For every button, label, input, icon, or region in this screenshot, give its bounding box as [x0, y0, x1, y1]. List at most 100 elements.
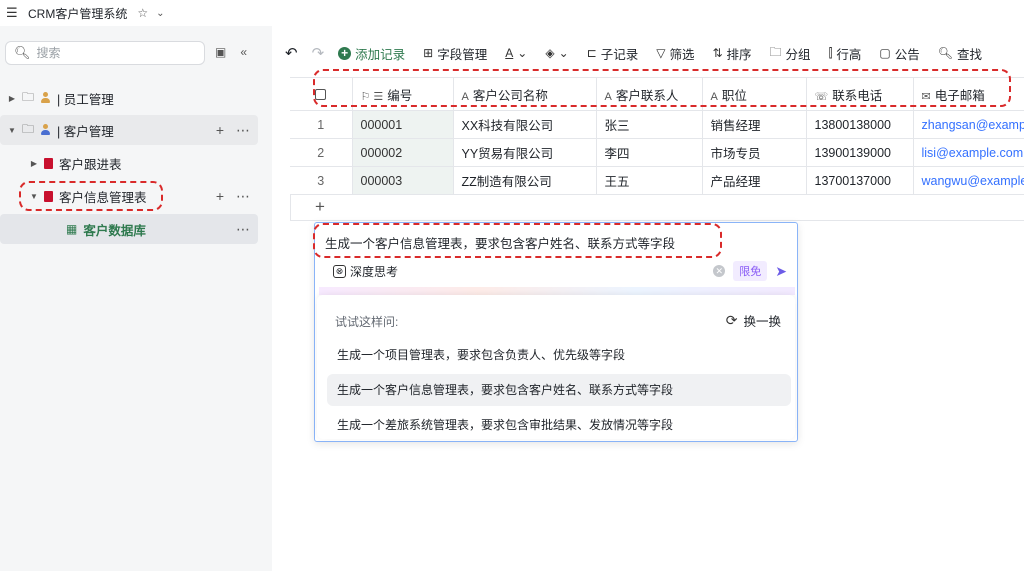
sidebar-item-label: 客户数据库 [83, 223, 146, 238]
search-box[interactable]: 🔍︎ [5, 41, 205, 65]
collapse-sidebar-icon[interactable]: « [240, 45, 247, 59]
send-icon[interactable]: ➤ [775, 263, 787, 280]
sub-record-button[interactable]: ⊏ 子记录 [587, 44, 639, 63]
suggestion-item[interactable]: 生成一个差旅系统管理表，要求包含审批结果、发放情况等字段 [327, 409, 791, 441]
ai-options-row: ⊗ 深度思考 ✕ 限免 ➤ [333, 261, 793, 281]
add-row-button[interactable]: + [290, 195, 1024, 221]
cell-company[interactable]: ZZ制造有限公司 [453, 166, 597, 195]
cell-contact[interactable]: 王五 [596, 166, 703, 195]
find-button[interactable]: 🔍︎ 查找 [938, 44, 982, 63]
add-icon[interactable]: + [216, 122, 224, 139]
collapse-arrow-icon[interactable]: ▼ [6, 126, 18, 135]
cell-phone[interactable]: 13700137000 [806, 166, 914, 195]
more-icon[interactable]: ⋯ [236, 221, 250, 238]
more-icon[interactable]: ⋯ [236, 188, 250, 205]
table-row[interactable]: 3 000003 ZZ制造有限公司 王五 产品经理 13700137000 wa… [290, 166, 1024, 195]
cell-position[interactable]: 市场专员 [702, 138, 807, 167]
row-index: 3 [290, 166, 353, 195]
cell-company[interactable]: XX科技有限公司 [453, 110, 597, 139]
table-row[interactable]: 2 000002 YY贸易有限公司 李四 市场专员 13900139000 li… [290, 138, 1024, 167]
notice-icon: ▢ [879, 46, 891, 60]
search-input[interactable] [36, 46, 187, 60]
field-manage-button[interactable]: ⊞ 字段管理 [423, 44, 487, 63]
sidebar-item-customer-database[interactable]: ▦ 客户数据库 ⋯ [0, 214, 258, 244]
clear-icon[interactable]: ✕ [713, 265, 726, 277]
star-icon[interactable]: ☆ [137, 6, 148, 20]
add-record-button[interactable]: + 添加记录 [338, 44, 405, 63]
group-button[interactable]: 🗀 分组 [770, 43, 811, 64]
suggestion-item[interactable]: 生成一个客户信息管理表，要求包含客户姓名、联系方式等字段 [327, 374, 791, 406]
employee-icon [40, 92, 51, 104]
paint-bucket-icon: ◈ [545, 46, 555, 60]
plus-icon: + [315, 197, 325, 216]
expand-arrow-icon[interactable]: ▶ [28, 159, 40, 168]
add-icon[interactable]: + [216, 188, 224, 205]
undo-icon[interactable]: ↶ [285, 44, 298, 62]
row-height-button[interactable]: ⫿ 行高 [829, 44, 862, 63]
folder-icon: 🗀 [22, 89, 35, 104]
sidebar-item-employee-management[interactable]: ▶ 🗀 | 员工管理 [0, 83, 258, 113]
cell-phone[interactable]: 13800138000 [806, 110, 914, 139]
sidebar: 🔍︎ ▣ « ▶ 🗀 | 员工管理 ▼ 🗀 | 客户管理 + ⋯ ▶ 客户跟进表… [0, 26, 272, 571]
sidebar-item-label: 客户跟进表 [59, 157, 122, 172]
highlight-sidebar-item [19, 181, 163, 211]
cell-email[interactable]: zhangsan@example.com [913, 110, 1024, 139]
sidebar-item-customer-management[interactable]: ▼ 🗀 | 客户管理 + ⋯ [0, 115, 258, 145]
refresh-icon: ⟳ [725, 312, 738, 328]
cell-position[interactable]: 产品经理 [702, 166, 807, 195]
search-icon: 🔍︎ [14, 45, 31, 60]
suggestion-item[interactable]: 生成一个项目管理表，要求包含负责人、优先级等字段 [327, 339, 791, 371]
limit-free-badge: 限免 [733, 261, 768, 281]
book-icon [44, 157, 53, 169]
ai-gradient-strip [319, 287, 795, 295]
more-icon[interactable]: ⋯ [236, 122, 250, 139]
collapse-panel-icon[interactable]: ▣ [215, 45, 226, 59]
cell-company[interactable]: YY贸易有限公司 [453, 138, 597, 167]
app-title: CRM客户管理系统 [28, 6, 128, 21]
notice-button[interactable]: ▢ 公告 [879, 44, 919, 63]
table-grid-icon: ▦ [66, 222, 78, 236]
sidebar-tools: ▣ « [215, 45, 247, 59]
deep-think-toggle[interactable]: ⊗ 深度思考 [333, 263, 398, 280]
text-color-button[interactable]: A ⌄ [505, 46, 527, 60]
suggestion-box: 试试这样问: ⟳ 换一换 生成一个项目管理表，要求包含负责人、优先级等字段 生成… [317, 295, 795, 439]
title-bar: ☰ CRM客户管理系统 ☆ ⌄ [0, 0, 1024, 26]
sub-record-icon: ⊏ [586, 46, 597, 60]
chevron-down-icon: ⌄ [517, 46, 528, 60]
cell-email[interactable]: wangwu@example.com [913, 166, 1024, 195]
table-row[interactable]: 1 000001 XX科技有限公司 张三 销售经理 13800138000 zh… [290, 110, 1024, 139]
toolbar: ↶ ↷ + 添加记录 ⊞ 字段管理 A ⌄ ◈ ⌄ ⊏ 子记录 ▽ 筛选 ⇅ 排… [285, 40, 1000, 66]
refresh-suggestions-button[interactable]: ⟳ 换一换 [726, 311, 781, 330]
search-icon: 🔍︎ [937, 46, 954, 60]
expand-arrow-icon[interactable]: ▶ [6, 94, 18, 103]
sort-button[interactable]: ⇅ 排序 [712, 44, 751, 63]
cell-code[interactable]: 000001 [352, 110, 454, 139]
customer-icon [40, 124, 51, 136]
folder-icon: 🗀 [22, 121, 35, 136]
suggestion-title: 试试这样问: [335, 315, 399, 329]
highlight-ai-input [313, 223, 722, 258]
redo-icon[interactable]: ↷ [312, 44, 325, 62]
folder-icon: 🗀 [769, 44, 782, 59]
filter-button[interactable]: ▽ 筛选 [656, 44, 694, 63]
cell-code[interactable]: 000003 [352, 166, 454, 195]
cell-phone[interactable]: 13900139000 [806, 138, 914, 167]
cell-position[interactable]: 销售经理 [702, 110, 807, 139]
deep-think-icon: ⊗ [333, 264, 346, 278]
cell-email[interactable]: lisi@example.com [913, 138, 1024, 167]
chevron-down-icon[interactable]: ⌄ [156, 8, 164, 19]
chevron-down-icon: ⌄ [558, 46, 569, 60]
cell-contact[interactable]: 李四 [596, 138, 703, 167]
row-height-icon: ⫿ [828, 45, 833, 60]
row-index: 2 [290, 138, 353, 167]
fill-color-button[interactable]: ◈ ⌄ [545, 46, 568, 60]
cell-code[interactable]: 000002 [352, 138, 454, 167]
filter-icon: ▽ [656, 46, 666, 60]
sidebar-item-label: | 员工管理 [57, 92, 114, 107]
cell-contact[interactable]: 张三 [596, 110, 703, 139]
hamburger-menu-icon[interactable]: ☰ [6, 5, 20, 21]
sidebar-item-customer-followup[interactable]: ▶ 客户跟进表 [0, 148, 258, 178]
sort-icon: ⇅ [712, 46, 723, 60]
grid-icon: ⊞ [423, 46, 434, 60]
plus-circle-icon: + [338, 46, 352, 60]
